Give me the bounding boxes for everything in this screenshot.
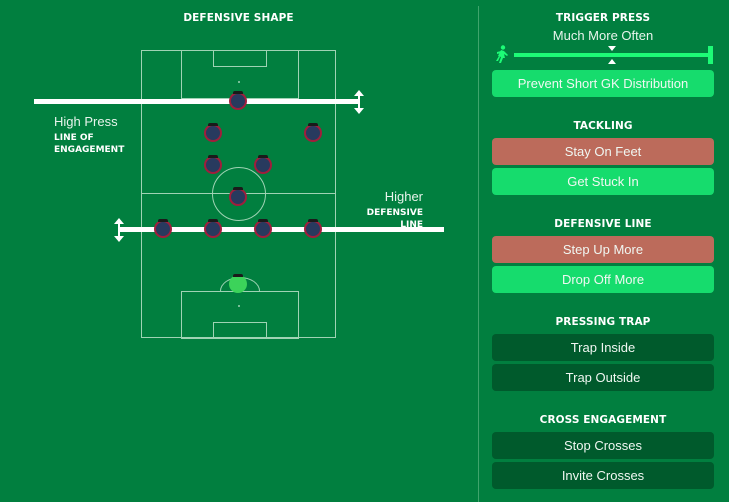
defensive-shape-title: DEFENSIVE SHAPE [183, 12, 294, 24]
trigger-press-title: TRIGGER PRESS [555, 12, 651, 24]
player-winger-right[interactable] [304, 123, 322, 142]
trigger-press-slider-marker[interactable] [608, 46, 616, 64]
line-of-engagement-drag-icon[interactable] [354, 90, 364, 114]
player-cm-right[interactable] [254, 155, 272, 174]
defensive-line-label: DEFENSIVE LINE [366, 208, 423, 230]
player-winger-left[interactable] [204, 123, 222, 142]
trap-inside-button[interactable]: Trap Inside [492, 334, 714, 361]
player-cm-left[interactable] [204, 155, 222, 174]
bottom-penalty-spot [238, 305, 240, 307]
player-cb-left[interactable] [204, 219, 222, 238]
line-of-engagement-value: High Press [54, 114, 118, 129]
player-striker[interactable] [229, 91, 247, 110]
tackling-title: TACKLING [573, 120, 633, 132]
runner-icon [496, 45, 508, 63]
bottom-goal-area [213, 322, 267, 339]
defensive-line-title: DEFENSIVE LINE [554, 218, 652, 230]
line-of-engagement-label: LINE OF ENGAGEMENT [54, 133, 125, 155]
trigger-press-value: Much More Often [552, 28, 654, 43]
defensive-line-drag-icon[interactable] [114, 218, 124, 242]
trigger-press-slider-end [708, 46, 713, 64]
player-goalkeeper[interactable] [229, 274, 247, 293]
player-dm[interactable] [229, 187, 247, 206]
drop-off-more-button[interactable]: Drop Off More [492, 266, 714, 293]
stay-on-feet-button[interactable]: Stay On Feet [492, 138, 714, 165]
line-of-engagement-bar[interactable] [34, 99, 358, 104]
cross-engagement-title: CROSS ENGAGEMENT [539, 414, 667, 426]
panel-divider [478, 6, 479, 502]
player-fb-left[interactable] [154, 219, 172, 238]
stop-crosses-button[interactable]: Stop Crosses [492, 432, 714, 459]
defensive-line-value: Higher [384, 189, 423, 204]
invite-crosses-button[interactable]: Invite Crosses [492, 462, 714, 489]
top-goal-area [213, 50, 267, 67]
step-up-more-button[interactable]: Step Up More [492, 236, 714, 263]
get-stuck-in-button[interactable]: Get Stuck In [492, 168, 714, 195]
player-fb-right[interactable] [304, 219, 322, 238]
trap-outside-button[interactable]: Trap Outside [492, 364, 714, 391]
top-penalty-spot [238, 81, 240, 83]
player-cb-right[interactable] [254, 219, 272, 238]
prevent-short-gk-distribution-button[interactable]: Prevent Short GK Distribution [492, 70, 714, 97]
pressing-trap-title: PRESSING TRAP [555, 316, 651, 328]
